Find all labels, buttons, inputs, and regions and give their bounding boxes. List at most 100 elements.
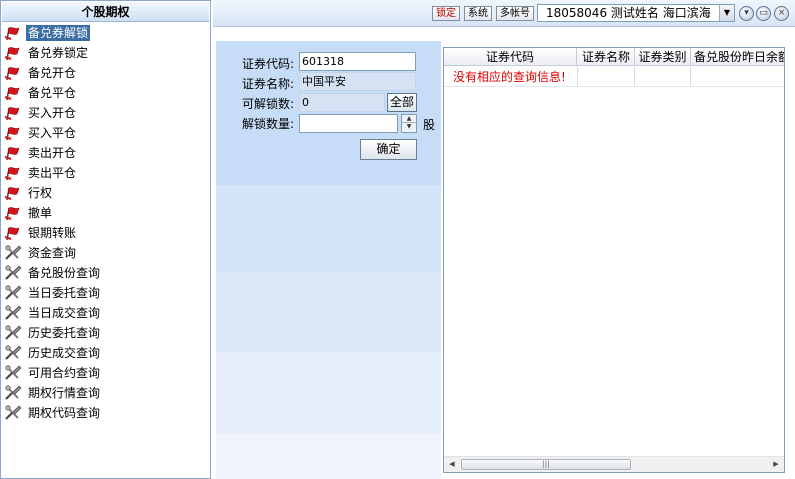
table-cell <box>578 67 635 87</box>
qty-label: 解锁数量: <box>242 117 295 131</box>
function-tree: 备兑券解锁备兑券锁定 备兑开仓备兑平仓买入开仓买入平仓卖出开仓卖出平仓行权撤单银期… <box>1 23 210 423</box>
left-panel: 个股期权 备兑券解锁备兑券锁定 备兑开仓备兑平仓买入开仓买入平仓卖出开仓卖出平仓行… <box>0 0 211 479</box>
red-flag-icon <box>4 85 22 101</box>
results-table: 证券代码 证券名称 证券类别 备兑股份昨日余额 没有相应的查询信息! ◀ |||… <box>443 47 785 473</box>
tree-item[interactable]: 当日委托查询 <box>1 283 210 303</box>
table-header: 证券代码 证券名称 证券类别 备兑股份昨日余额 <box>444 48 784 66</box>
gray-tools-icon <box>4 305 22 321</box>
column-header[interactable]: 备兑股份昨日余额 <box>691 48 784 66</box>
window-edge <box>785 27 795 479</box>
table-cell <box>691 67 784 87</box>
tree-item[interactable]: 备兑开仓 <box>1 63 210 83</box>
tree-item-label: 可用合约查询 <box>28 366 101 380</box>
tree-item-label: 备兑券解锁 <box>26 25 91 41</box>
tree-item[interactable]: 期权行情查询 <box>1 383 210 403</box>
security-code-input[interactable]: 601318 <box>299 52 416 71</box>
tree-item-label: 卖出开仓 <box>28 146 77 160</box>
form-band <box>216 272 441 352</box>
red-flag-icon <box>4 45 22 61</box>
column-header[interactable]: 证券代码 <box>444 48 577 66</box>
tree-item-label: 银期转账 <box>28 226 77 240</box>
all-button[interactable]: 全部 <box>387 93 417 112</box>
tree-item[interactable]: 撤单 <box>1 203 210 223</box>
red-flag-icon <box>4 25 22 41</box>
confirm-button[interactable]: 确定 <box>360 139 417 160</box>
red-flag-icon <box>4 165 22 181</box>
tree-item[interactable]: 备兑股份查询 <box>1 263 210 283</box>
system-button[interactable]: 系统 <box>464 6 492 21</box>
form-band <box>216 185 441 272</box>
tree-item-label: 行权 <box>28 186 53 200</box>
tree-item[interactable]: 期权代码查询 <box>1 403 210 423</box>
gray-tools-icon <box>4 365 22 381</box>
tree-item-label: 历史委托查询 <box>28 326 101 340</box>
red-flag-icon <box>4 65 22 81</box>
gray-tools-icon <box>4 345 22 361</box>
stepper-up-icon[interactable]: ▲ <box>402 115 416 123</box>
scrollbar-thumb[interactable]: ||| <box>461 459 631 470</box>
horizontal-scrollbar[interactable]: ◀ ||| ▶ <box>444 456 784 472</box>
unlock-quantity-input[interactable] <box>299 114 398 133</box>
tree-item-label: 备兑平仓 <box>28 86 77 100</box>
empty-message: 没有相应的查询信息! <box>444 67 578 87</box>
column-header[interactable]: 证券类别 <box>635 48 691 66</box>
account-value: 18058046 测试姓名 海口滨海 <box>546 6 711 20</box>
panel-title: 个股期权 <box>2 2 209 22</box>
tree-item[interactable]: 买入平仓 <box>1 123 210 143</box>
restore-icon[interactable]: ▭ <box>756 6 771 21</box>
tree-item[interactable]: 历史委托查询 <box>1 323 210 343</box>
form-band <box>216 434 441 479</box>
tree-item[interactable]: 资金查询 <box>1 243 210 263</box>
tree-item[interactable]: 备兑券解锁 <box>1 23 210 43</box>
tree-item-label: 买入开仓 <box>28 106 77 120</box>
red-flag-icon <box>4 145 22 161</box>
quantity-stepper[interactable]: ▲ ▼ <box>401 114 417 133</box>
red-flag-icon <box>4 105 22 121</box>
red-flag-icon <box>4 185 22 201</box>
tree-item[interactable]: 当日成交查询 <box>1 303 210 323</box>
unit-label: 股 <box>423 118 436 132</box>
top-toolbar: 锁定 系统 多帐号 18058046 测试姓名 海口滨海 ▼ ▾ ▭ × <box>213 0 795 27</box>
lock-button[interactable]: 锁定 <box>432 6 460 21</box>
red-flag-icon <box>4 225 22 241</box>
name-label: 证券名称: <box>242 77 295 91</box>
multi-account-button[interactable]: 多帐号 <box>496 6 534 21</box>
scroll-right-icon[interactable]: ▶ <box>768 457 784 472</box>
chevron-down-icon[interactable]: ▼ <box>719 5 734 21</box>
tree-item-label: 备兑股份查询 <box>28 266 101 280</box>
tree-item[interactable]: 卖出开仓 <box>1 143 210 163</box>
tree-item[interactable]: 备兑平仓 <box>1 83 210 103</box>
gray-tools-icon <box>4 325 22 341</box>
tree-item[interactable]: 可用合约查询 <box>1 363 210 383</box>
security-name-field: 中国平安 <box>299 72 416 91</box>
table-row[interactable]: 没有相应的查询信息! <box>444 67 784 87</box>
column-header[interactable]: 证券名称 <box>578 48 635 66</box>
gray-tools-icon <box>4 265 22 281</box>
avail-label: 可解锁数: <box>242 97 295 111</box>
tree-item[interactable]: 行权 <box>1 183 210 203</box>
red-flag-icon <box>4 205 22 221</box>
tree-item[interactable]: 卖出平仓 <box>1 163 210 183</box>
gray-tools-icon <box>4 405 22 421</box>
account-select[interactable]: 18058046 测试姓名 海口滨海 ▼ <box>537 4 735 22</box>
unlockable-quantity-field: 0 <box>299 93 385 112</box>
tree-item-label: 期权代码查询 <box>28 406 101 420</box>
tree-item-label: 卖出平仓 <box>28 166 77 180</box>
red-flag-icon <box>4 125 22 141</box>
gray-tools-icon <box>4 385 22 401</box>
tree-item-label: 当日成交查询 <box>28 306 101 320</box>
minimize-icon[interactable]: ▾ <box>739 6 754 21</box>
tree-item-label: 期权行情查询 <box>28 386 101 400</box>
gray-tools-icon <box>4 285 22 301</box>
close-icon[interactable]: × <box>774 6 789 21</box>
tree-item[interactable]: 备兑券锁定 <box>1 43 210 63</box>
tree-item[interactable]: 买入开仓 <box>1 103 210 123</box>
stepper-down-icon[interactable]: ▼ <box>402 123 416 131</box>
tree-item[interactable]: 银期转账 <box>1 223 210 243</box>
tree-item[interactable]: 历史成交查询 <box>1 343 210 363</box>
gray-tools-icon <box>4 245 22 261</box>
tree-item-label: 当日委托查询 <box>28 286 101 300</box>
scroll-left-icon[interactable]: ◀ <box>444 457 460 472</box>
tree-item-label: 撤单 <box>28 206 53 220</box>
code-label: 证券代码: <box>242 57 295 71</box>
